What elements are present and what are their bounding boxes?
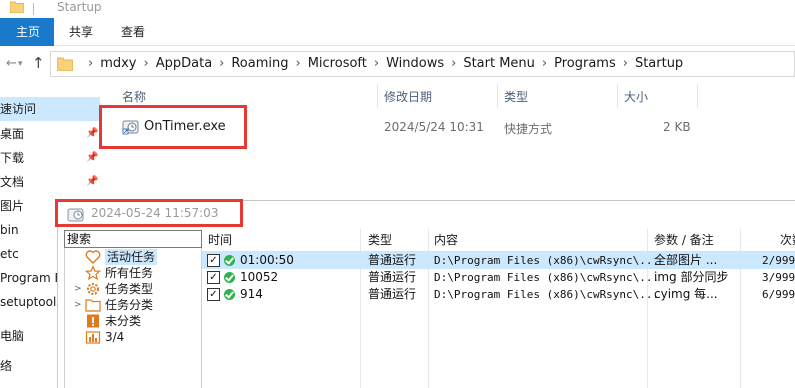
cell-type: 普通运行	[368, 253, 417, 267]
breadcrumb-item[interactable]: Windows	[386, 56, 444, 71]
cell-params: img 部分同步	[654, 270, 729, 284]
breadcrumb-item[interactable]: Programs	[554, 56, 616, 71]
table-row[interactable]: ✓ 01:00:50 普通运行 D:\Program Files (x86)\c…	[202, 252, 795, 269]
tab-share[interactable]: 共享	[69, 18, 93, 46]
column-header-modified[interactable]: 修改日期	[384, 88, 432, 105]
nav-item-etc[interactable]: etc	[0, 242, 19, 266]
breadcrumb-item[interactable]: Start Menu	[463, 56, 535, 71]
breadcrumb: › mdxy › AppData › Roaming › Microsoft › Windows ›…	[81, 52, 683, 76]
folder-icon	[10, 1, 24, 13]
chevron-right-icon: ›	[451, 56, 457, 71]
cell-time: 914	[240, 287, 263, 301]
window-title: Startup	[57, 0, 102, 14]
nav-item-desktop[interactable]: 桌面 📌	[0, 122, 100, 146]
nav-item-quick-access[interactable]: 快速访问	[0, 97, 100, 121]
column-divider[interactable]	[617, 84, 618, 108]
status-ok-icon	[224, 272, 235, 283]
chevron-right-icon: ›	[622, 56, 628, 71]
cell-content: D:\Program Files (x86)\cwRsync\...	[434, 271, 660, 284]
chevron-right-icon: ›	[88, 56, 94, 71]
address-bar[interactable]: › mdxy › AppData › Roaming › Microsoft › Windows ›…	[50, 51, 795, 77]
heart-icon	[85, 250, 101, 264]
column-divider[interactable]	[377, 84, 378, 108]
folder-icon	[57, 57, 73, 71]
file-size: 2 KB	[663, 120, 691, 134]
chevron-right-icon: ›	[295, 56, 301, 71]
folder-icon	[85, 299, 101, 312]
ribbon: 主页 共享 查看	[0, 18, 795, 46]
chevron-right-icon: ›	[373, 56, 380, 71]
row-checkbox[interactable]: ✓	[207, 254, 220, 267]
chevron-right-icon: ›	[143, 56, 149, 71]
nav-item-this-pc[interactable]: 此电脑	[0, 324, 24, 348]
status-ok-icon	[224, 289, 235, 300]
cell-time: 10052	[240, 270, 279, 284]
breadcrumb-item[interactable]: Startup	[635, 56, 683, 71]
tab-view[interactable]: 查看	[121, 18, 145, 46]
grid-header-content[interactable]: 内容	[434, 229, 458, 251]
nav-item-network[interactable]: 网络	[0, 354, 12, 378]
bar-chart-icon	[85, 331, 101, 344]
star-icon	[85, 265, 101, 281]
search-input[interactable]: 搜索	[64, 230, 202, 248]
cell-count: 6/99999	[762, 288, 795, 301]
column-header-name[interactable]: 名称	[122, 88, 146, 105]
column-header-type[interactable]: 类型	[504, 88, 528, 105]
table-row[interactable]: ✓ 914 普通运行 D:\Program Files (x86)\cwRsyn…	[202, 286, 795, 303]
grid-header-count[interactable]: 次数	[780, 229, 795, 251]
table-row[interactable]: ✓ 10052 普通运行 D:\Program Files (x86)\cwRs…	[202, 269, 795, 286]
cell-time: 01:00:50	[240, 253, 294, 267]
breadcrumb-item[interactable]: Roaming	[231, 56, 288, 71]
cell-content: D:\Program Files (x86)\cwRsync\...	[434, 254, 660, 267]
task-grid: 时间 类型 内容 参数 / 备注 次数 ✓ 01:00:50 普通运行 D:\P…	[202, 229, 795, 388]
column-divider[interactable]	[697, 84, 698, 108]
status-ok-icon	[224, 255, 235, 266]
nav-item-bin[interactable]: bin	[0, 218, 19, 242]
chevron-right-icon[interactable]: >	[74, 284, 82, 294]
address-row: ← ▾ ↑ › mdxy › AppData › Roaming › Microsoft › Wi…	[0, 46, 795, 82]
cell-params: 全部图片 ...	[654, 253, 718, 267]
tab-home[interactable]: 主页	[0, 18, 54, 46]
pin-icon: 📌	[86, 176, 99, 187]
cell-type: 普通运行	[368, 270, 417, 284]
pin-icon: 📌	[86, 152, 99, 163]
grid-header-params[interactable]: 参数 / 备注	[654, 229, 714, 251]
pin-icon: 📌	[86, 128, 99, 139]
chevron-right-icon: ›	[541, 56, 548, 71]
cell-content: D:\Program Files (x86)\cwRsync\...	[434, 288, 660, 301]
breadcrumb-item[interactable]: Microsoft	[308, 56, 367, 71]
titlebar-separator	[33, 3, 34, 15]
column-divider[interactable]	[497, 84, 498, 108]
row-checkbox[interactable]: ✓	[207, 271, 220, 284]
up-arrow-icon[interactable]: ↑	[32, 54, 45, 72]
search-label: 搜索	[67, 232, 92, 246]
highlight-box	[55, 199, 243, 227]
file-modified: 2024/5/24 10:31	[384, 120, 484, 134]
gear-icon	[87, 283, 99, 295]
breadcrumb-item[interactable]: mdxy	[100, 56, 136, 71]
column-header-size[interactable]: 大小	[624, 88, 648, 105]
task-tree: 活动任务 所有任务 > 任务类型 > 任务分类 未分类 3/4	[64, 248, 202, 388]
nav-item-documents[interactable]: 文档 📌	[0, 170, 100, 194]
cell-type: 普通运行	[368, 287, 417, 301]
nav-item-setuptools[interactable]: setuptools	[0, 290, 63, 314]
chevron-right-icon[interactable]: >	[74, 300, 82, 310]
file-type: 快捷方式	[504, 122, 553, 136]
nav-item-pictures[interactable]: 图片	[0, 194, 24, 218]
window-titlebar: Startup	[0, 0, 795, 18]
grid-header-type[interactable]: 类型	[368, 229, 392, 251]
cell-params: cyimg 每...	[654, 287, 718, 301]
recent-dropdown-icon[interactable]: ▾	[18, 59, 23, 69]
chevron-right-icon: ›	[219, 56, 225, 71]
breadcrumb-item[interactable]: AppData	[156, 56, 212, 71]
ontimer-window: 2024-05-24 11:57:03 搜索 活动任务 所有任务 > 任务类型 …	[57, 200, 795, 388]
exclamation-icon	[87, 314, 99, 328]
grid-header-time[interactable]: 时间	[208, 229, 232, 251]
row-checkbox[interactable]: ✓	[207, 288, 220, 301]
cell-count: 2/99999	[762, 254, 795, 267]
nav-item-downloads[interactable]: 下载 📌	[0, 146, 100, 170]
highlight-box	[99, 105, 247, 149]
cell-count: 3/99999	[762, 271, 795, 284]
back-arrow-icon[interactable]: ←	[6, 56, 17, 71]
